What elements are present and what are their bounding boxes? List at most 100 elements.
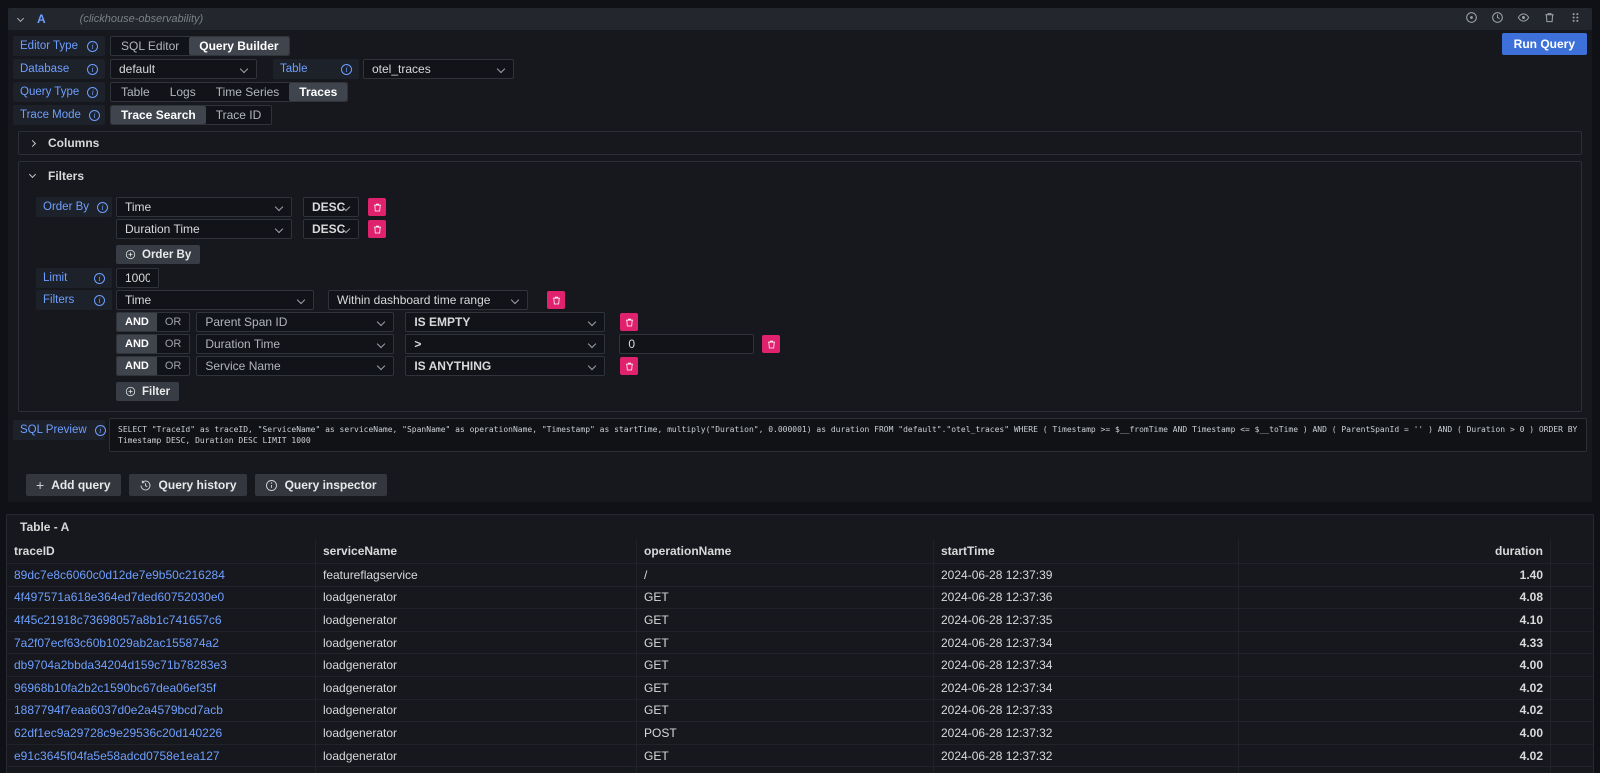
cell-trace-id: 7a2f07ecf63c60b1029ab2ac155874a2	[7, 632, 316, 654]
trace-id-link[interactable]: e91c3645f04fa5e58adcd0758e1ea127	[14, 749, 220, 763]
order-by-direction-select-value: DESC	[312, 222, 345, 236]
cell-operation-name: /	[637, 564, 934, 586]
order-by-field-select[interactable]: Time	[116, 197, 292, 217]
option-logs[interactable]: Logs	[160, 83, 206, 101]
delete-button[interactable]	[368, 220, 386, 238]
delete-button[interactable]	[620, 313, 638, 331]
trash-icon	[1543, 11, 1556, 27]
cell-trace-id: 62df1ec9a29728c9e29536c20d140226	[7, 722, 316, 744]
option-sql-editor[interactable]: SQL Editor	[111, 37, 189, 55]
query-history-button[interactable]: Query history	[129, 474, 247, 496]
cell-start-time: 2024-06-28 12:37:39	[934, 564, 1239, 586]
condition-field-select[interactable]: Duration Time	[196, 334, 394, 354]
info-icon	[97, 202, 108, 213]
query-row-header[interactable]: A (clickhouse-observability)	[8, 8, 1592, 30]
conjunction-and[interactable]: AND	[117, 357, 157, 375]
trace-id-link[interactable]: 1887794f7eaa6037d0e2a4579bcd7acb	[14, 703, 223, 717]
table-row: 7a2f07ecf63c60b1029ab2ac155874a2loadgene…	[7, 631, 1593, 654]
conjunction-and[interactable]: AND	[117, 335, 157, 353]
option-table[interactable]: Table	[111, 83, 160, 101]
limit-input[interactable]	[116, 268, 159, 288]
option-trace-search[interactable]: Trace Search	[111, 106, 206, 124]
table-panel: Table - A traceIDserviceNameoperationNam…	[6, 514, 1594, 773]
filter-condition-row: ANDOR Duration Time >	[116, 334, 1571, 354]
cell-duration: 4.25	[1239, 767, 1551, 773]
editor-type-group: SQL EditorQuery Builder	[110, 36, 290, 56]
table-row: 96968b10fa2b2c1590bc67dea06ef35floadgene…	[7, 676, 1593, 699]
info-icon	[341, 64, 352, 75]
trace-id-link[interactable]: db9704a2bbda34204d159c71b78283e3	[14, 658, 227, 672]
columns-section-header[interactable]: Columns	[19, 132, 1581, 154]
query-inspector-button[interactable]: Query inspector	[255, 474, 387, 496]
cell-operation-name: GET	[637, 677, 934, 699]
condition-field-select[interactable]: Parent Span ID	[196, 312, 394, 332]
filter-operator-select[interactable]: Within dashboard time range	[328, 290, 528, 310]
order-by-direction-select[interactable]: DESC	[303, 219, 359, 239]
column-header-traceID[interactable]: traceID	[7, 539, 316, 563]
info-circle-button[interactable]	[1464, 12, 1478, 26]
add-order-by-button[interactable]: Order By	[116, 245, 200, 264]
editor-type-row: Editor Type SQL EditorQuery Builder	[13, 36, 1587, 56]
condition-field-select[interactable]: Service Name	[196, 356, 394, 376]
condition-operator-select[interactable]: >	[405, 334, 605, 354]
trace-id-link[interactable]: 96968b10fa2b2c1590bc67dea06ef35f	[14, 681, 216, 695]
conjunction-or[interactable]: OR	[157, 313, 190, 331]
condition-operator-select[interactable]: IS EMPTY	[405, 312, 605, 332]
conjunction-and[interactable]: AND	[117, 313, 157, 331]
column-header-operationName[interactable]: operationName	[637, 539, 934, 563]
add-query-button[interactable]: + Add query	[26, 474, 121, 496]
trace-id-link[interactable]: 4f497571a618e364ed7ded60752030e0	[14, 590, 224, 604]
trace-id-link[interactable]: 89dc7e8c6060c0d12de7e9b50c216284	[14, 568, 225, 582]
limit-label: Limit	[36, 268, 112, 288]
run-query-button[interactable]: Run Query	[1502, 33, 1587, 55]
database-select[interactable]: default	[110, 59, 257, 79]
trace-id-link[interactable]: 4f45c21918c73698057a8b1c741657c6	[14, 613, 222, 627]
column-header-serviceName[interactable]: serviceName	[316, 539, 637, 563]
cell-trace-id: e91c3645f04fa5e58adcd0758e1ea127	[7, 745, 316, 767]
table-row: 89dc7e8c6060c0d12de7e9b50c216284featuref…	[7, 563, 1593, 586]
condition-operator-select-value: >	[414, 337, 421, 351]
collapse-chevron-icon[interactable]	[17, 14, 24, 21]
eye-button[interactable]	[1516, 12, 1530, 26]
column-header-duration[interactable]: duration	[1239, 539, 1551, 563]
filters-section-header[interactable]: Filters	[19, 165, 1581, 187]
delete-button[interactable]	[620, 357, 638, 375]
trash-icon	[624, 317, 635, 328]
filters-section-body: Order ByTimeDESCDuration TimeDESC Order …	[19, 187, 1581, 411]
cell-duration: 4.02	[1239, 700, 1551, 722]
column-header-startTime[interactable]: startTime	[934, 539, 1239, 563]
option-traces[interactable]: Traces	[289, 83, 347, 101]
conjunction-or[interactable]: OR	[157, 335, 190, 353]
delete-button[interactable]	[368, 198, 386, 216]
option-time-series[interactable]: Time Series	[206, 83, 290, 101]
trash-button[interactable]	[1542, 12, 1556, 26]
cell-start-time: 2024-06-28 12:37:34	[934, 654, 1239, 676]
table-row: db9704a2bbda34204d159c71b78283e3loadgene…	[7, 653, 1593, 676]
conjunction-or[interactable]: OR	[157, 357, 190, 375]
add-filter-button[interactable]: Filter	[116, 382, 179, 401]
order-by-direction-select[interactable]: DESC	[303, 197, 359, 217]
condition-operator-select[interactable]: IS ANYTHING	[405, 356, 605, 376]
cell-spacer	[1551, 722, 1593, 744]
info-circle-icon	[265, 479, 278, 492]
delete-filter-button[interactable]	[547, 291, 565, 309]
trash-icon	[372, 224, 383, 235]
option-query-builder[interactable]: Query Builder	[189, 37, 288, 55]
trace-id-link[interactable]: 62df1ec9a29728c9e29536c20d140226	[14, 726, 222, 740]
delete-button[interactable]	[762, 335, 780, 353]
condition-field-select-value: Duration Time	[205, 337, 280, 351]
cell-spacer	[1551, 609, 1593, 631]
option-trace-id[interactable]: Trace ID	[206, 106, 272, 124]
cell-start-time: 2024-06-28 12:37:33	[934, 700, 1239, 722]
filter-field-select[interactable]: Time	[116, 290, 314, 310]
table-label: Table	[273, 59, 359, 79]
cell-trace-id: 1887794f7eaa6037d0e2a4579bcd7acb	[7, 700, 316, 722]
condition-value-input[interactable]	[619, 334, 754, 354]
history-button[interactable]	[1490, 12, 1504, 26]
order-by-field-select[interactable]: Duration Time	[116, 219, 292, 239]
drag-handle-button[interactable]	[1568, 12, 1582, 26]
cell-start-time: 2024-06-28 12:37:34	[934, 677, 1239, 699]
table-select[interactable]: otel_traces	[363, 59, 514, 79]
cell-trace-id: 4f497571a618e364ed7ded60752030e0	[7, 587, 316, 609]
trace-id-link[interactable]: 7a2f07ecf63c60b1029ab2ac155874a2	[14, 636, 219, 650]
